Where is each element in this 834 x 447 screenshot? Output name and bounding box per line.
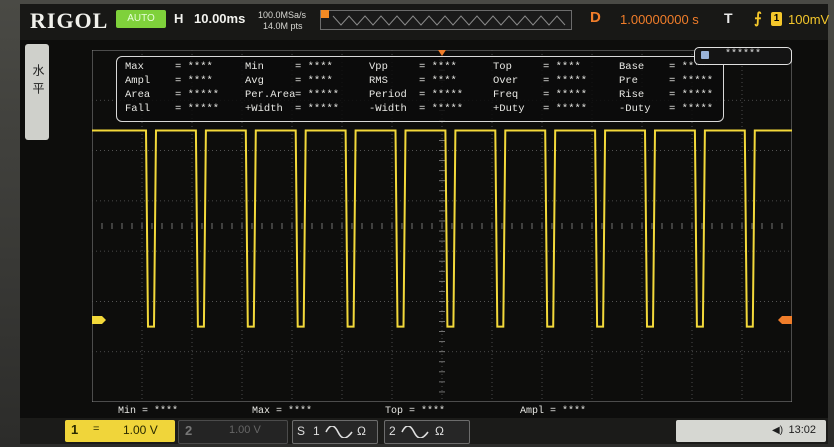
- meas-value: = *****: [419, 89, 464, 101]
- memory-depth: 14.0M pts: [263, 21, 303, 31]
- brand-logo: RIGOL: [30, 8, 109, 33]
- trigger-label: T: [724, 10, 733, 26]
- meas-value: = *****: [175, 89, 220, 101]
- trigger-level[interactable]: 100mV: [788, 12, 829, 27]
- meas-value: = *****: [295, 103, 340, 115]
- meas-value: = *****: [669, 103, 714, 115]
- timebase-label: H: [174, 11, 184, 26]
- meas-label: Avg: [245, 75, 264, 87]
- horizontal-tab-label: 水平: [31, 64, 45, 100]
- clock: 13:02: [788, 424, 816, 436]
- memory-waveform-bar: [320, 10, 572, 30]
- ohm-icon: Ω: [435, 424, 444, 438]
- measure-icon: [701, 51, 709, 59]
- source2-button[interactable]: 2 Ω: [384, 420, 470, 444]
- speaker-icon[interactable]: ◀): [772, 425, 783, 436]
- meas-label: Rise: [619, 89, 645, 101]
- meas-label: -Duty: [619, 103, 651, 115]
- bottom-meas-max: Max = ****: [252, 406, 313, 417]
- sine-icon: [325, 426, 353, 438]
- meas-value: = ****: [295, 61, 333, 73]
- source1-button[interactable]: S 1 Ω: [292, 420, 378, 444]
- ch2-setting-button[interactable]: 2 1.00 V: [178, 420, 288, 444]
- meas-value: = *****: [175, 103, 220, 115]
- bottom-meas-top: Top = ****: [385, 406, 446, 417]
- ch2-scale: 1.00 V: [229, 424, 261, 436]
- meas-label: Area: [125, 89, 151, 101]
- source2-number: 2: [389, 424, 396, 438]
- horizontal-menu-tab[interactable]: 水平: [25, 44, 49, 140]
- measurement-badge[interactable]: ******: [694, 47, 792, 65]
- source1-number: 1: [313, 424, 320, 438]
- ohm-icon: Ω: [357, 424, 366, 438]
- meas-label: Fall: [125, 103, 151, 115]
- trigger-channel: 1: [771, 12, 782, 26]
- meas-value: = *****: [669, 89, 714, 101]
- meas-label: Pre: [619, 75, 638, 87]
- meas-value: = ****: [543, 61, 581, 73]
- meas-label: RMS: [369, 75, 388, 87]
- meas-value: = ****: [175, 61, 213, 73]
- ch1-number: 1: [71, 422, 79, 437]
- meas-label: Per.Area: [245, 89, 296, 101]
- meas-value: = *****: [543, 103, 588, 115]
- memory-waveform-graph: [332, 15, 566, 26]
- meas-value: = ****: [295, 75, 333, 87]
- bottom-meas-ampl: Ampl = ****: [520, 406, 587, 417]
- meas-value: = *****: [295, 89, 340, 101]
- meas-value: = *****: [543, 75, 588, 87]
- meas-label: Top: [493, 61, 512, 73]
- auto-mode-badge[interactable]: AUTO: [116, 10, 166, 28]
- meas-value: = *****: [669, 75, 714, 87]
- meas-label: Min: [245, 61, 264, 73]
- rising-edge-icon: ⨍: [754, 10, 762, 27]
- bottom-meas-min: Min = ****: [118, 406, 179, 417]
- meas-value: = *****: [419, 103, 464, 115]
- meas-value: = ****: [419, 61, 457, 73]
- delay-value[interactable]: 1.00000000 s: [620, 12, 699, 27]
- measurement-panel: Max = **** Min = **** Vpp = **** Top = *…: [116, 56, 724, 122]
- system-status: ◀) 13:02: [676, 420, 826, 442]
- meas-value: = ****: [419, 75, 457, 87]
- source-label: S: [297, 424, 306, 438]
- sine-icon: [401, 426, 429, 438]
- ch2-number: 2: [185, 423, 193, 438]
- timebase-value[interactable]: 10.00ms: [194, 11, 245, 26]
- trigger-level-marker: [778, 316, 792, 324]
- measurement-badge-value: ******: [725, 49, 762, 60]
- meas-label: Max: [125, 61, 144, 73]
- meas-label: +Width: [245, 103, 283, 115]
- meas-value: = *****: [543, 89, 588, 101]
- meas-label: Freq: [493, 89, 519, 101]
- ch1-scale: 1.00 V: [123, 423, 158, 437]
- meas-value: = ****: [175, 75, 213, 87]
- meas-label: Vpp: [369, 61, 388, 73]
- ch1-coupling: =: [93, 423, 100, 435]
- ch1-setting-button[interactable]: 1 = 1.00 V: [65, 420, 175, 442]
- ch1-ground-marker: [92, 316, 106, 324]
- meas-label: Base: [619, 61, 645, 73]
- meas-label: +Duty: [493, 103, 525, 115]
- delay-label: D: [590, 9, 601, 26]
- meas-label: Ampl: [125, 75, 151, 87]
- sample-rate: 100.0MSa/s: [258, 10, 307, 20]
- meas-label: Over: [493, 75, 519, 87]
- meas-label: -Width: [369, 103, 407, 115]
- meas-label: Period: [369, 89, 407, 101]
